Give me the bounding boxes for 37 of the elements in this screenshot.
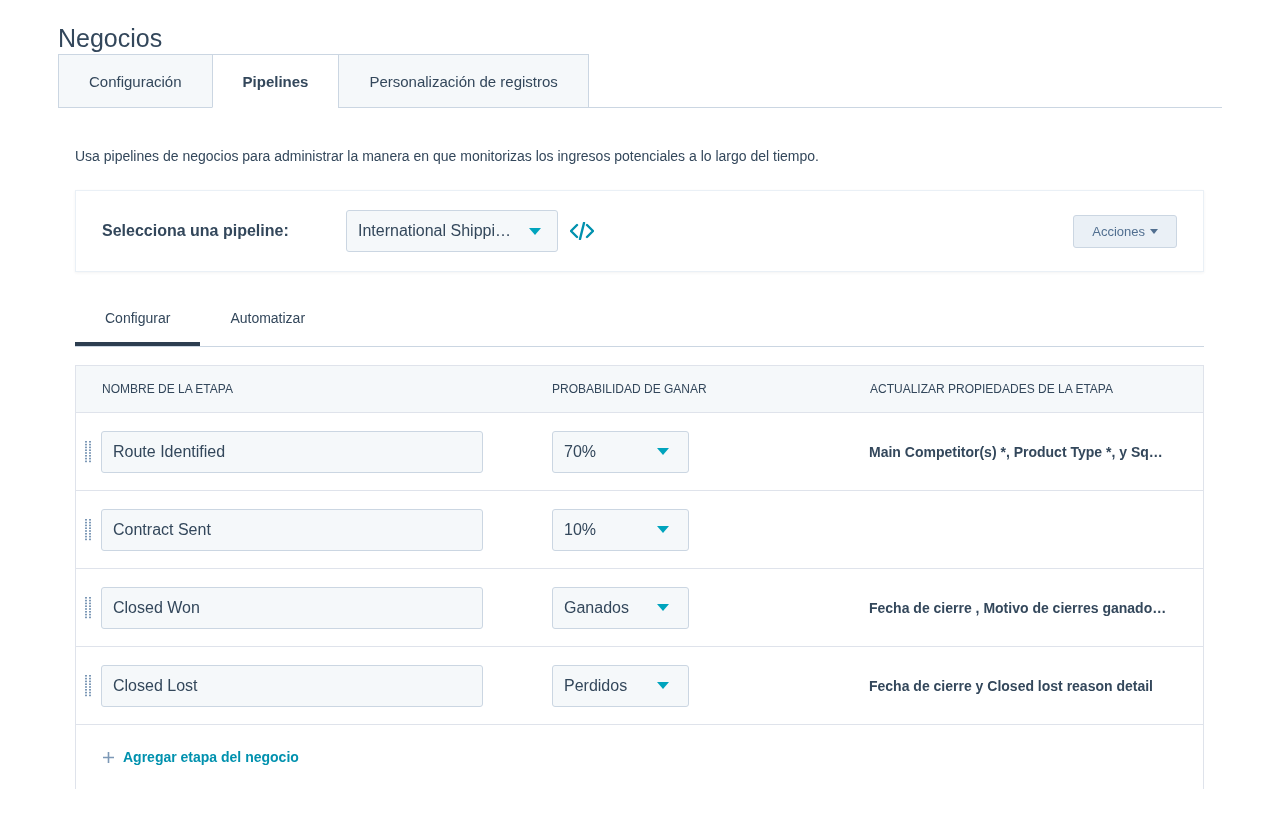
pipeline-dropdown[interactable]: International Shippi… <box>346 210 558 252</box>
column-header: ACTUALIZAR PROPIEDADES DE LA ETAPA <box>870 382 1113 396</box>
column-header: PROBABILIDAD DE GANAR <box>552 382 708 396</box>
caret-icon <box>1150 228 1158 234</box>
column-header: NOMBRE DE LA ETAPA <box>102 382 234 396</box>
stage-name-field[interactable]: Closed Won <box>101 586 483 629</box>
page-title: Negocios <box>58 23 164 54</box>
caret-icon <box>657 682 669 689</box>
probability-dropdown[interactable]: Perdidos <box>552 664 689 707</box>
stage-properties-text: Main Competitor(s) *, Product Type *, y Sq… <box>869 443 1163 460</box>
code-icon[interactable] <box>570 222 594 240</box>
plus-icon <box>102 750 115 764</box>
caret-icon <box>657 526 669 533</box>
probability-dropdown[interactable]: 10% <box>552 508 689 551</box>
stage-name-field[interactable]: Closed Lost <box>101 664 483 707</box>
probability-dropdown[interactable]: Ganados <box>552 586 689 629</box>
caret-icon <box>657 604 669 611</box>
pipeline-label: Selecciona una pipeline: <box>102 222 290 240</box>
actions-button[interactable]: Acciones <box>1073 214 1177 248</box>
tab[interactable]: Configuración <box>58 54 213 108</box>
stage-properties-text: Fecha de cierre y Closed lost reason detail <box>869 677 1153 694</box>
stage-name-field[interactable]: Route Identified <box>101 430 483 473</box>
drag-handle-icon[interactable] <box>85 518 91 541</box>
probability-dropdown[interactable]: 70% <box>552 430 689 473</box>
tab[interactable]: Pipelines <box>211 54 340 108</box>
drag-handle-icon[interactable] <box>85 440 91 463</box>
subtab[interactable]: Automatizar <box>200 294 336 346</box>
stage-properties-text: Fecha de cierre , Motivo de cierres ganado… <box>869 599 1167 616</box>
subtab[interactable]: Configurar <box>75 294 201 346</box>
stage-name-field[interactable]: Contract Sent <box>101 508 483 551</box>
caret-icon <box>657 448 669 455</box>
description-text: Usa pipelines de negocios para administrar la manera en que monitorizas los ingresos potenciales a lo largo del tiempo. <box>75 148 820 164</box>
drag-handle-icon[interactable] <box>85 596 91 619</box>
add-stage-link[interactable]: Agregar etapa del negocio <box>102 749 299 765</box>
drag-handle-icon[interactable] <box>85 674 91 697</box>
caret-icon <box>529 227 541 235</box>
tab[interactable]: Personalización de registros <box>338 54 589 108</box>
